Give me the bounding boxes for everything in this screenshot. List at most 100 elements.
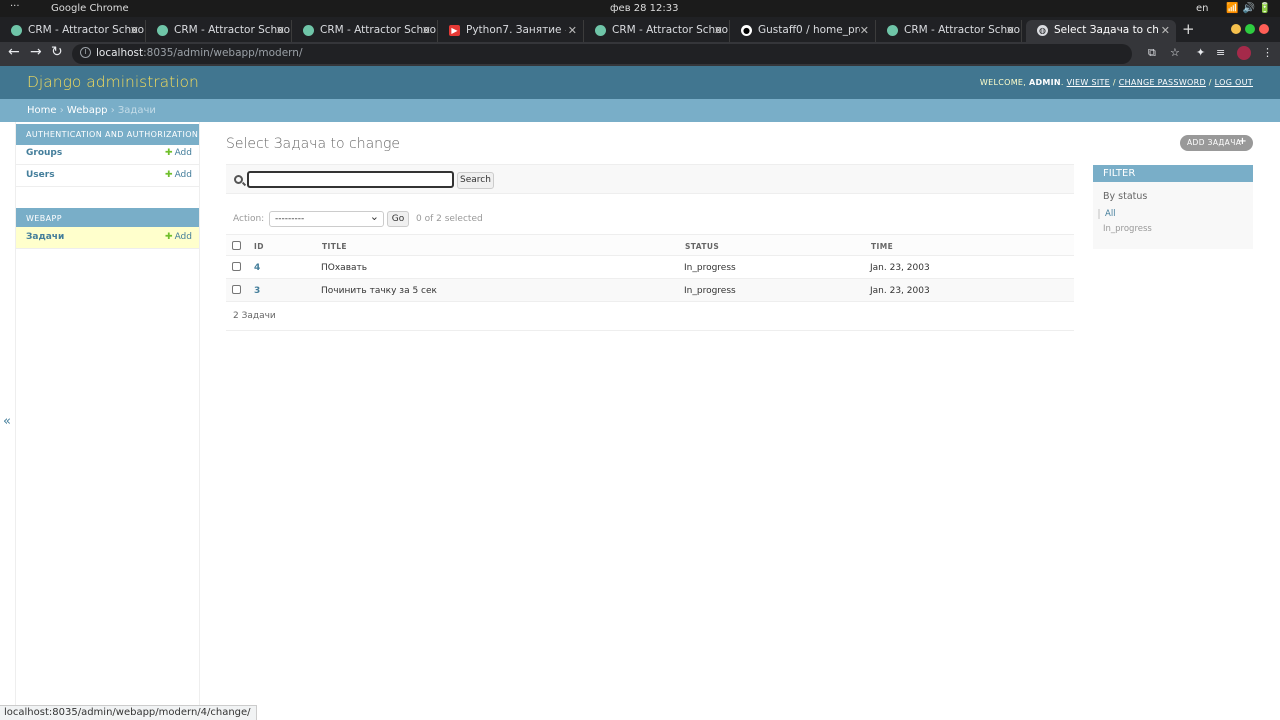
column-header-time[interactable]: TIME	[871, 242, 893, 251]
add-label: Add	[174, 148, 192, 158]
breadcrumb-separator: ›	[56, 105, 67, 116]
leaf-icon	[303, 25, 314, 36]
bookmark-star-icon[interactable]: ☆	[1170, 46, 1180, 59]
close-icon[interactable]: ✕	[276, 24, 285, 37]
window-controls	[1231, 24, 1273, 37]
add-task-button[interactable]: ADD ЗАДАЧА +	[1180, 135, 1253, 151]
activities-menu[interactable]: ···	[10, 1, 20, 12]
active-app-name[interactable]: Google Chrome	[51, 3, 129, 14]
browser-tab[interactable]: CRM - Attractor School ✕	[292, 20, 438, 42]
browser-tab[interactable]: CRM - Attractor School ✕	[584, 20, 730, 42]
tab-title: CRM - Attractor School	[612, 24, 729, 36]
tab-title: CRM - Attractor School	[174, 24, 291, 36]
row-checkbox[interactable]	[232, 285, 241, 294]
action-select[interactable]: ---------	[269, 210, 384, 227]
forward-arrow-icon[interactable]: →	[30, 44, 42, 60]
search-input[interactable]	[247, 171, 454, 188]
add-link[interactable]: ✚ Add	[165, 170, 192, 180]
paginator: 2 Задачи	[226, 303, 1074, 331]
browser-tab-strip: CRM - Attractor School ✕ CRM - Attractor …	[0, 17, 1280, 42]
row-title: Починить тачку за 5 сек	[321, 286, 437, 296]
column-header-id[interactable]: ID	[254, 242, 264, 251]
close-icon[interactable]: ✕	[860, 24, 869, 37]
plus-icon: ✚	[165, 232, 173, 242]
sidebar-item-users[interactable]: Users ✚ Add	[16, 165, 199, 187]
column-header-title[interactable]: TITLE	[322, 242, 347, 251]
browser-tab[interactable]: ▶ Python7. Занятие #46✕	[438, 20, 584, 42]
browser-toolbar: ← → ↻ i localhost:8035/admin/webapp/mode…	[0, 42, 1280, 66]
browser-tab[interactable]: CRM - Attractor School ✕	[876, 20, 1022, 42]
minimize-icon[interactable]	[1231, 24, 1241, 34]
menu-kebab-icon[interactable]: ⋮	[1262, 46, 1273, 59]
profile-avatar[interactable]	[1237, 46, 1251, 60]
leaf-icon	[887, 25, 898, 36]
close-icon[interactable]: ✕	[1161, 24, 1170, 37]
sidebar-toggle-strip[interactable]: «	[0, 122, 16, 706]
row-status: In_progress	[684, 286, 736, 296]
sidebar-item-tasks[interactable]: Задачи ✚ Add	[16, 227, 199, 249]
add-link[interactable]: ✚ Add	[165, 148, 192, 158]
close-icon[interactable]: ✕	[568, 24, 577, 37]
browser-tab[interactable]: ● Gustaff0 / home_proje✕	[730, 20, 876, 42]
model-link[interactable]: Задачи	[26, 232, 64, 242]
column-header-status[interactable]: STATUS	[685, 242, 719, 251]
model-link[interactable]: Users	[26, 170, 55, 180]
table-row: 4 ПОхавать In_progress Jan. 23, 2003	[226, 256, 1074, 279]
breadcrumb-home[interactable]: Home	[27, 105, 57, 116]
youtube-icon: ▶	[449, 25, 460, 36]
maximize-icon[interactable]	[1245, 24, 1255, 34]
os-top-bar: ··· Google Chrome фев 28 12:33 en 📶🔊🔋	[0, 0, 1280, 17]
breadcrumb-app[interactable]: Webapp	[67, 105, 108, 116]
log-out-link[interactable]: LOG OUT	[1215, 78, 1253, 87]
breadcrumb-current: Задачи	[117, 105, 156, 116]
collapse-sidebar-icon[interactable]: «	[3, 414, 11, 429]
go-button[interactable]: Go	[387, 211, 409, 227]
action-selected-value: ---------	[275, 214, 305, 224]
close-icon[interactable]: ✕	[714, 24, 723, 37]
site-name-link[interactable]: Django administration	[27, 73, 199, 91]
info-icon[interactable]: i	[80, 47, 91, 58]
add-link[interactable]: ✚ Add	[165, 232, 192, 242]
filter-header: FILTER	[1093, 165, 1253, 182]
row-time: Jan. 23, 2003	[870, 263, 930, 273]
table-row: 3 Починить тачку за 5 сек In_progress Ja…	[226, 279, 1074, 302]
separator: /	[1205, 78, 1215, 87]
changelist-filter: FILTER By status All In_progress	[1093, 165, 1253, 249]
close-icon[interactable]: ✕	[130, 24, 139, 37]
extensions-icon[interactable]: ✦	[1196, 46, 1205, 59]
breadcrumb-separator: ›	[107, 105, 118, 116]
system-tray-icons[interactable]: 📶🔊🔋	[1226, 3, 1275, 14]
browser-tab[interactable]: CRM - Attractor School ✕	[146, 20, 292, 42]
tab-title: Gustaff0 / home_proje	[758, 24, 860, 36]
window-close-icon[interactable]	[1259, 24, 1269, 34]
module-caption-webapp[interactable]: WEBAPP	[16, 208, 199, 228]
reload-icon[interactable]: ↻	[51, 44, 63, 60]
row-id-link[interactable]: 4	[254, 263, 260, 273]
model-link[interactable]: Groups	[26, 148, 62, 158]
link-preview-status-bar: localhost:8035/admin/webapp/modern/4/cha…	[0, 705, 257, 720]
media-control-icon[interactable]: ≡	[1216, 46, 1225, 59]
close-icon[interactable]: ✕	[1006, 24, 1015, 37]
tab-title: CRM - Attractor School	[320, 24, 437, 36]
select-all-checkbox[interactable]	[232, 241, 241, 250]
translate-icon[interactable]: ⧉	[1148, 46, 1156, 60]
back-arrow-icon[interactable]: ←	[8, 44, 20, 60]
row-id-link[interactable]: 3	[254, 286, 260, 296]
search-button[interactable]: Search	[457, 172, 494, 189]
row-time: Jan. 23, 2003	[870, 286, 930, 296]
browser-tab-active[interactable]: ◍ Select Задача to chang✕	[1026, 20, 1176, 42]
new-tab-button[interactable]: +	[1182, 20, 1195, 38]
view-site-link[interactable]: VIEW SITE	[1067, 78, 1110, 87]
module-caption-auth[interactable]: AUTHENTICATION AND AUTHORIZATION	[16, 124, 199, 145]
system-clock[interactable]: фев 28 12:33	[610, 3, 679, 14]
filter-option-all[interactable]: All	[1098, 209, 1116, 219]
keyboard-language[interactable]: en	[1196, 3, 1209, 14]
change-password-link[interactable]: CHANGE PASSWORD	[1119, 78, 1206, 87]
sidebar-item-groups[interactable]: Groups ✚ Add	[16, 143, 199, 165]
close-icon[interactable]: ✕	[422, 24, 431, 37]
address-bar[interactable]: i localhost:8035/admin/webapp/modern/	[72, 44, 1132, 64]
row-checkbox[interactable]	[232, 262, 241, 271]
selection-counter: 0 of 2 selected	[416, 214, 483, 224]
browser-tab[interactable]: CRM - Attractor School ✕	[0, 20, 146, 42]
filter-option-in-progress[interactable]: In_progress	[1103, 224, 1152, 234]
